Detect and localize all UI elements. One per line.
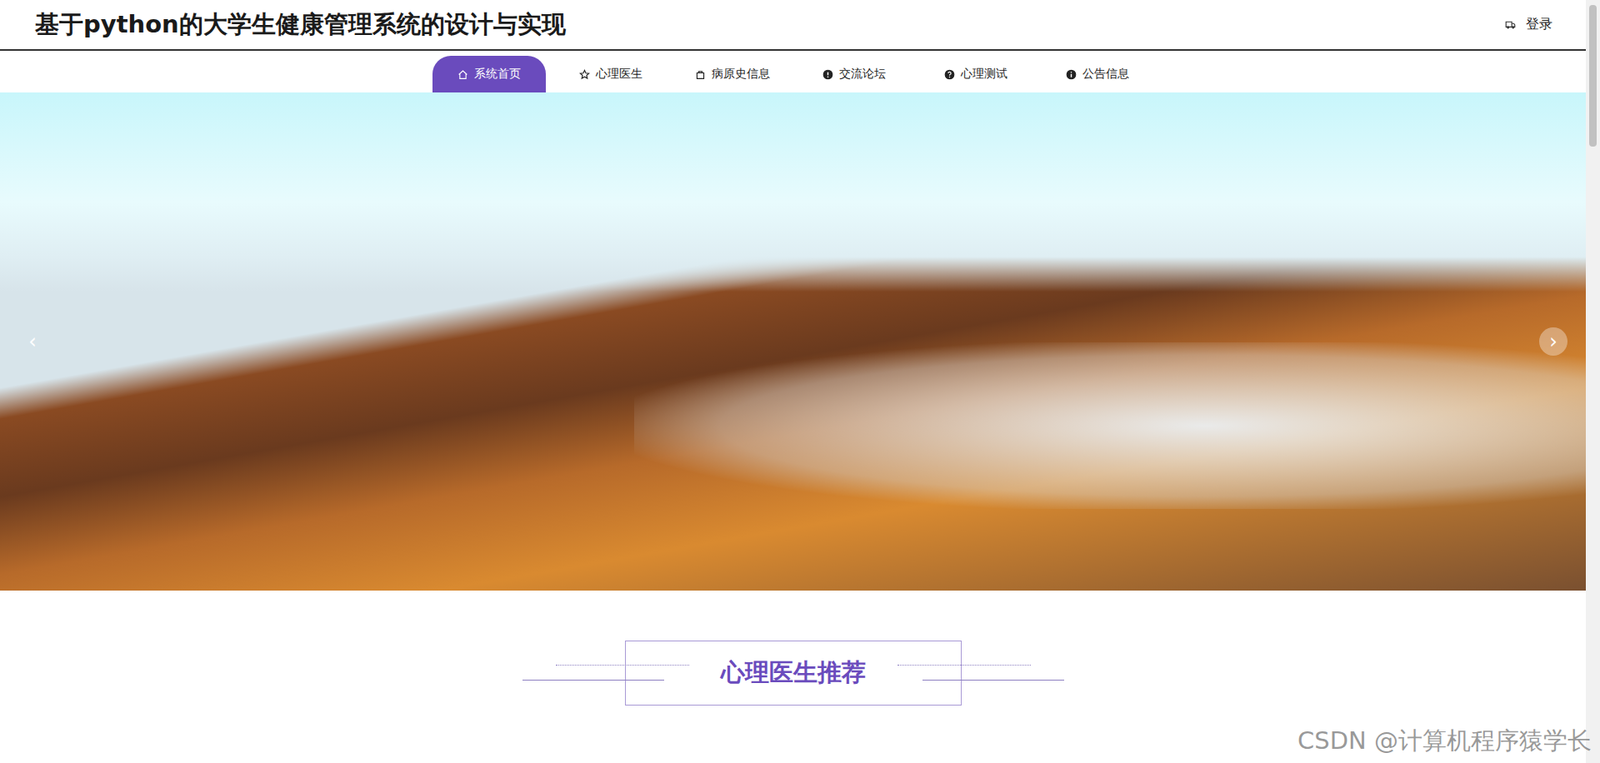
section-title-frame: 心理医生推荐 — [522, 640, 1065, 706]
nav-label[interactable]: 心理医生 — [595, 66, 643, 82]
nav-item[interactable]: 病原史信息 — [675, 55, 790, 93]
info-icon — [1065, 69, 1077, 80]
prev-arrow[interactable]: ‹ — [18, 327, 47, 356]
nav-label[interactable]: 交流论坛 — [839, 66, 886, 82]
banner-fog — [634, 342, 1586, 510]
scrollbar[interactable] — [1585, 0, 1600, 763]
nav-item[interactable]: 心理医生 — [554, 55, 668, 93]
login-button[interactable]: 登录 — [1505, 15, 1553, 34]
nav-label[interactable]: 病原史信息 — [711, 66, 770, 82]
alert-icon — [822, 69, 834, 80]
question-icon — [944, 69, 955, 80]
nav-item[interactable]: 公告信息 — [1040, 55, 1155, 93]
truck-icon — [1505, 19, 1516, 30]
nav-item[interactable]: 交流论坛 — [797, 55, 911, 93]
site-title: 基于python的大学生健康管理系统的设计与实现 — [35, 8, 566, 42]
section-title: 心理医生推荐 — [709, 656, 878, 690]
section-header: 心理医生推荐 — [0, 590, 1586, 706]
star-icon — [579, 69, 590, 80]
bag-icon — [695, 69, 706, 80]
section-title-box: 心理医生推荐 — [625, 640, 962, 706]
nav-item[interactable]: 系统首页 — [432, 55, 546, 93]
nav-item[interactable]: 心理测试 — [919, 55, 1033, 93]
page: 基于python的大学生健康管理系统的设计与实现 登录系统首页 心理医生 病原史信息 交… — [0, 0, 1586, 763]
nav-label[interactable]: 公告信息 — [1082, 66, 1130, 82]
decor-line — [897, 665, 1031, 666]
login-label[interactable]: 登录 — [1525, 15, 1553, 34]
header: 基于python的大学生健康管理系统的设计与实现 登录 — [0, 0, 1586, 51]
nav-label[interactable]: 系统首页 — [474, 66, 521, 82]
scrollbar-thumb[interactable] — [1589, 5, 1597, 147]
watermark: CSDN @计算机程序猿学长 — [1297, 725, 1592, 759]
decor-line — [922, 680, 1065, 681]
decor-line — [522, 680, 665, 681]
home-icon — [457, 69, 469, 80]
banner-image: ‹› — [0, 92, 1586, 591]
decor-line — [555, 665, 690, 666]
nav-bar: 系统首页 心理医生 病原史信息 交流论坛 心理测试 公告信息 — [0, 50, 1586, 93]
nav-label[interactable]: 心理测试 — [960, 66, 1008, 82]
next-arrow[interactable]: › — [1539, 327, 1568, 356]
